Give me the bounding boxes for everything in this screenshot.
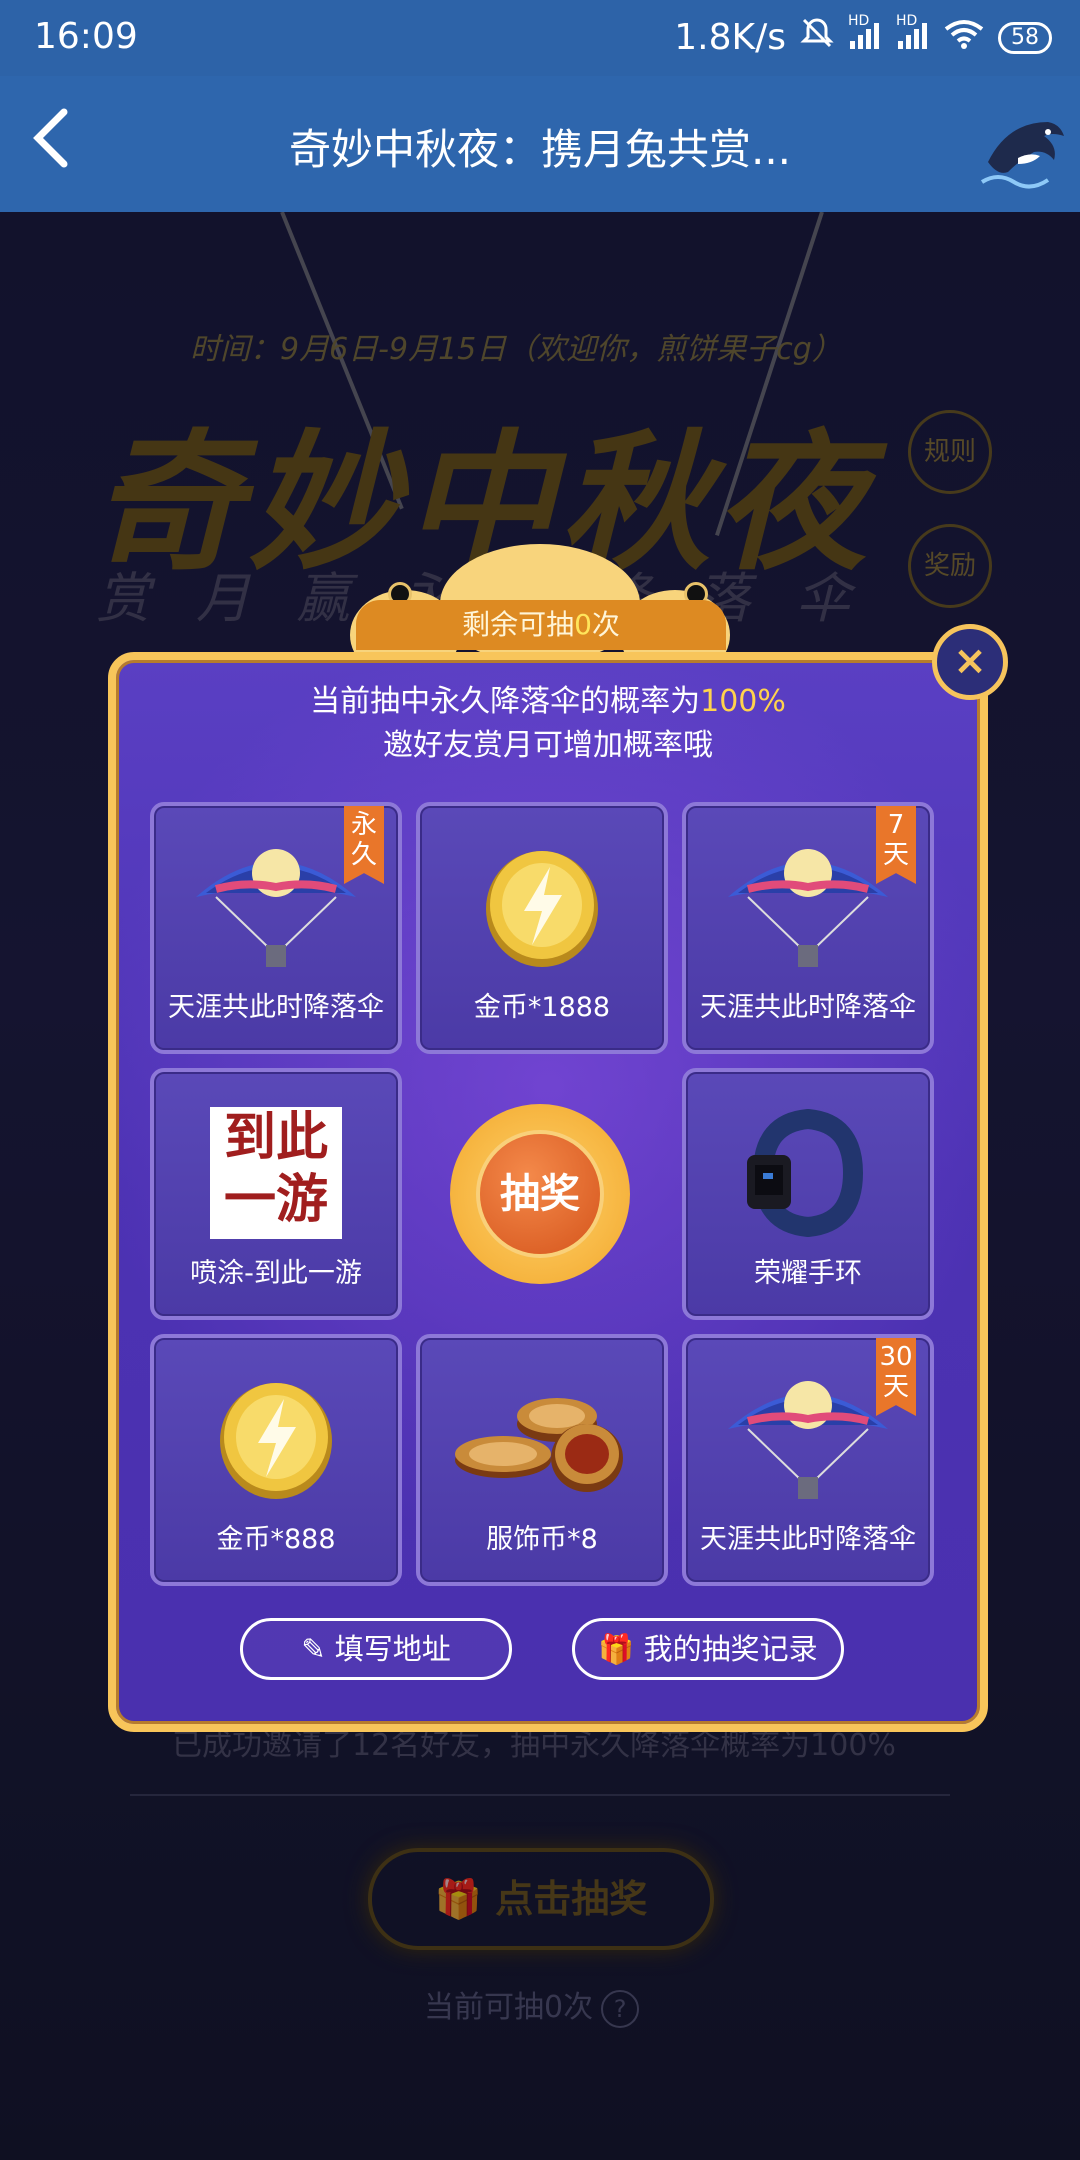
gift-icon: 🎁 [598,1632,644,1666]
battery-indicator: 58 [998,21,1052,54]
remain-prefix: 剩余可抽 [462,608,575,641]
draw-button[interactable]: 抽奖 [450,1104,630,1284]
duration-tag: 30天 [876,1338,916,1416]
status-icons: 1.8K/s HD HD 58 [674,13,1052,59]
signal-icon: HD [848,13,882,55]
probability-prefix: 当前抽中永久降落伞的概率为 [310,684,701,719]
mute-icon [800,16,834,59]
coin-stack-icon [420,1364,664,1514]
graffiti-icon: 到此一游 [154,1098,398,1248]
prize-label: 金币*1888 [473,992,611,1023]
lottery-records-label: 我的抽奖记录 [643,1632,818,1666]
prize-label: 天涯共此时降落伞 [700,992,916,1023]
back-button[interactable] [18,104,82,184]
fitness-band-icon [686,1098,930,1248]
fill-address-label: 填写地址 [334,1632,451,1666]
remaining-draws-badge: 剩余可抽0次 [356,600,726,650]
status-time: 16:09 [34,16,138,57]
duration-tag: 永久 [344,806,384,884]
prize-cell: 30天 天涯共此时降落伞 [682,1334,934,1586]
prize-cell: 7天 天涯共此时降落伞 [682,802,934,1054]
probability-text: 当前抽中永久降落伞的概率为100% 邀好友赏月可增加概率哦 [108,680,988,768]
dolphin-logo-icon[interactable] [978,102,1068,192]
graffiti-art: 到此一游 [210,1107,342,1239]
status-bar: 16:09 1.8K/s HD HD 58 [0,0,1080,76]
edit-icon: ✎ [301,1632,335,1666]
lottery-records-button[interactable]: 🎁 我的抽奖记录 [572,1618,844,1680]
prize-cell: 金币*1888 [416,802,668,1054]
prize-cell: 服饰币*8 [416,1334,668,1586]
prize-label: 服饰币*8 [486,1524,598,1555]
app-header: 奇妙中秋夜：携月兔共赏... [0,76,1080,212]
chevron-left-icon [33,108,68,168]
prize-cell: 到此一游 喷涂-到此一游 [150,1068,402,1320]
prize-cell: 荣耀手环 [682,1068,934,1320]
network-speed: 1.8K/s [674,17,786,58]
remain-count: 0 [574,608,592,641]
draw-button-label: 抽奖 [480,1134,600,1254]
prize-label: 荣耀手环 [754,1258,862,1289]
gold-coin-icon [420,832,664,982]
remain-suffix: 次 [591,608,620,641]
fill-address-button[interactable]: ✎ 填写地址 [240,1618,512,1680]
gold-coin-icon [154,1364,398,1514]
wifi-icon [944,17,984,58]
prize-cell: 金币*888 [150,1334,402,1586]
prize-label: 天涯共此时降落伞 [700,1524,916,1555]
probability-line-2: 邀好友赏月可增加概率哦 [383,728,713,763]
page-title: 奇妙中秋夜：携月兔共赏... [288,125,792,174]
prize-label: 喷涂-到此一游 [190,1258,362,1289]
prize-label: 天涯共此时降落伞 [168,992,384,1023]
prize-label: 金币*888 [216,1524,336,1555]
duration-tag: 7天 [876,806,916,884]
prize-cell: 永久 天涯共此时降落伞 [150,802,402,1054]
probability-line-1: 当前抽中永久降落伞的概率为100% [108,680,988,724]
probability-value: 100% [700,684,786,719]
signal-icon-2: HD [896,13,930,55]
